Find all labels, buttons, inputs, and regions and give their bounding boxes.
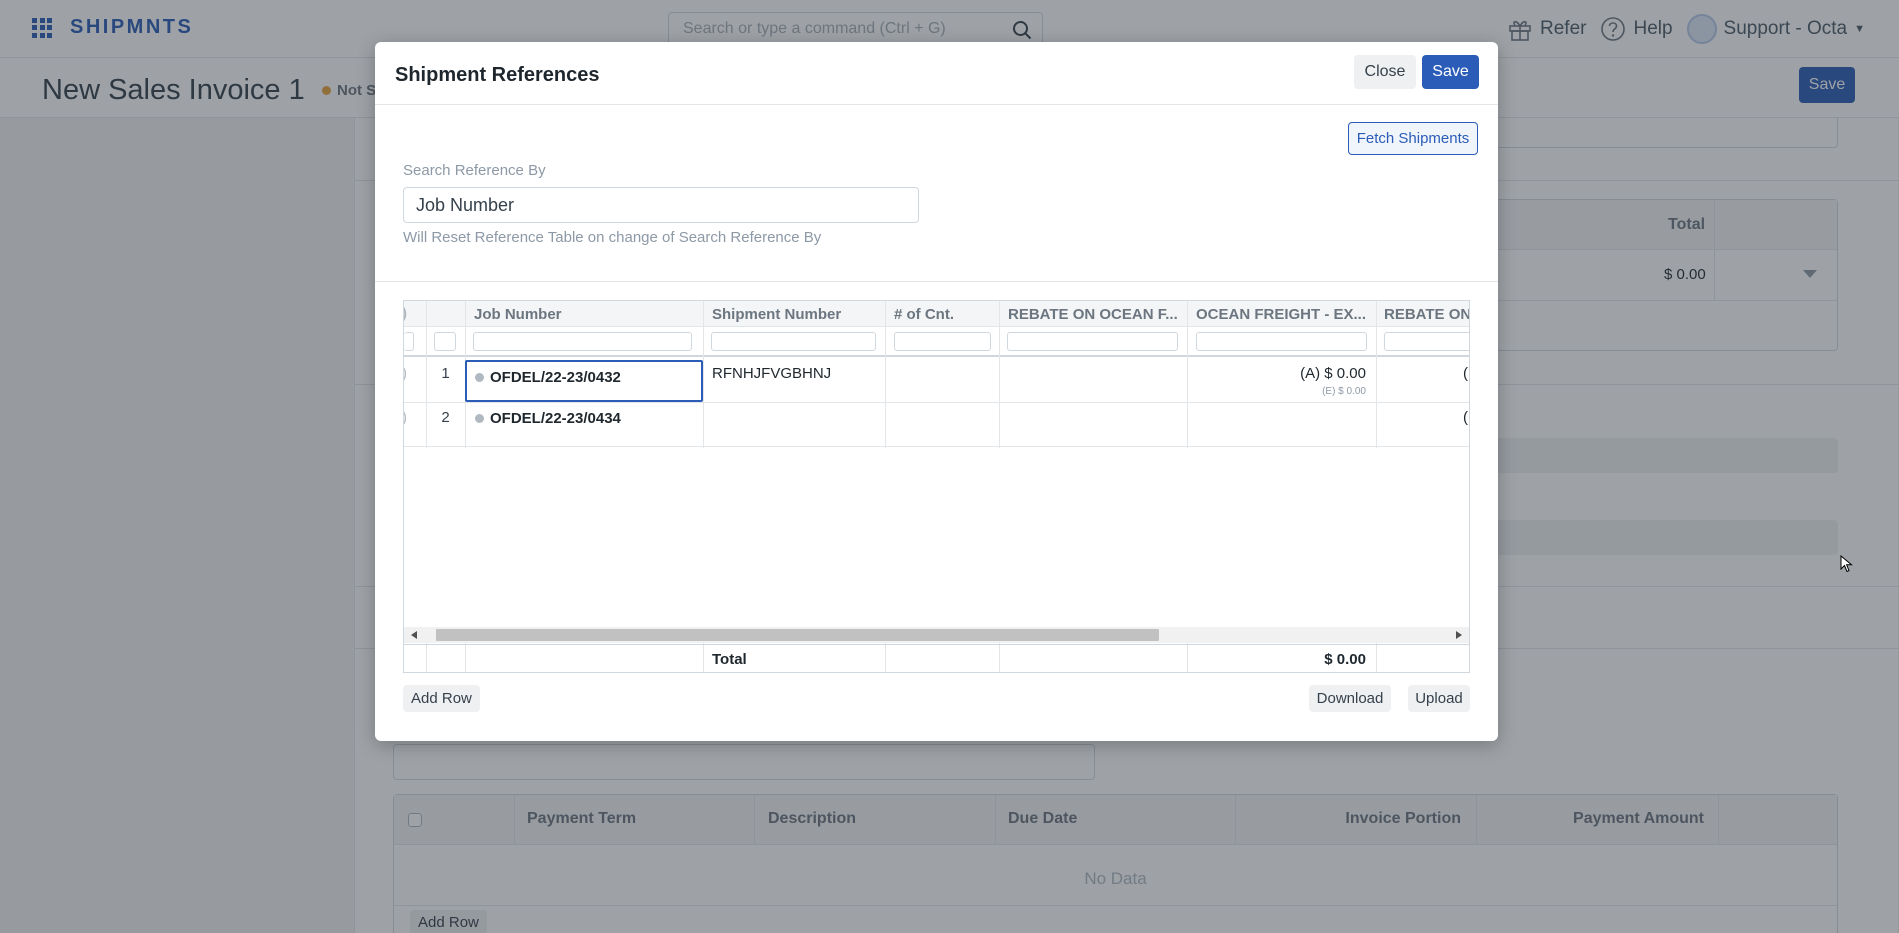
shipment-references-modal: Shipment References Close Save Fetch Shi…	[375, 42, 1498, 741]
rebate-on-header[interactable]: REBATE ON	[1384, 306, 1469, 323]
shipment-number-cell[interactable]: RFNHJFVGBHNJ	[712, 359, 882, 403]
row-check[interactable]: )	[404, 403, 407, 447]
row-check-header: )	[404, 305, 407, 322]
ocean-freight-cell[interactable]: (A) $ 0.00 (E) $ 0.00	[1188, 359, 1376, 403]
filter-rebate-ocean[interactable]	[1007, 332, 1178, 351]
horizontal-scrollbar[interactable]	[404, 627, 1469, 643]
job-number-value: OFDEL/22-23/0432	[490, 369, 621, 386]
filter-check[interactable]	[404, 332, 414, 351]
job-number-cell[interactable]: OFDEL/22-23/0434	[465, 403, 703, 447]
modal-title: Shipment References	[395, 64, 600, 86]
column-divider	[885, 645, 886, 672]
cnt-cell[interactable]	[886, 359, 999, 403]
grid-total-value: $ 0.00	[1324, 651, 1366, 668]
shipment-number-cell[interactable]	[712, 403, 882, 447]
column-divider	[426, 645, 427, 672]
fetch-shipments-button[interactable]: Fetch Shipments	[1348, 122, 1478, 155]
column-divider	[1376, 645, 1377, 672]
filter-rebate-on[interactable]	[1384, 332, 1469, 351]
filter-rownum[interactable]	[434, 332, 456, 351]
row-number: 1	[441, 365, 450, 382]
row-number: 2	[441, 409, 450, 426]
rebate-ocean-cell[interactable]	[1000, 359, 1187, 403]
table-row[interactable]: ) 2 OFDEL/22-23/0434 (	[404, 403, 1469, 447]
modal-header: Shipment References Close Save	[375, 42, 1498, 105]
column-divider	[703, 645, 704, 672]
job-number-value: OFDEL/22-23/0434	[490, 410, 621, 427]
close-button[interactable]: Close	[1354, 55, 1416, 89]
search-reference-help: Will Reset Reference Table on change of …	[403, 229, 822, 246]
grid-filter-row	[404, 327, 1469, 357]
job-number-cell[interactable]: OFDEL/22-23/0432	[465, 360, 703, 402]
filter-shipment-number[interactable]	[711, 332, 876, 351]
filter-job-number[interactable]	[473, 332, 692, 351]
filter-ocean-freight[interactable]	[1196, 332, 1367, 351]
scroll-right-icon[interactable]	[1456, 631, 1462, 639]
filter-cnt[interactable]	[894, 332, 991, 351]
rebate-on-cell[interactable]: (	[1463, 403, 1469, 447]
save-button[interactable]: Save	[1422, 55, 1479, 89]
cnt-cell[interactable]	[886, 403, 999, 447]
ocean-freight-cell[interactable]	[1188, 403, 1376, 447]
references-grid: ) Job Number Shipment Number # of Cnt. R…	[403, 300, 1470, 673]
table-row[interactable]: ) 1 OFDEL/22-23/0432 RFNHJFVGBHNJ (A) $ …	[404, 359, 1469, 403]
search-reference-select[interactable]: Job Number	[403, 187, 919, 223]
row-check[interactable]: )	[404, 359, 407, 403]
grid-header: ) Job Number Shipment Number # of Cnt. R…	[404, 301, 1469, 327]
column-divider	[999, 645, 1000, 672]
status-dot-icon	[475, 414, 484, 423]
mouse-cursor-icon	[1840, 555, 1853, 573]
ocean-freight-header[interactable]: OCEAN FREIGHT - EX...	[1196, 306, 1372, 323]
rebate-ocean-cell[interactable]	[1000, 403, 1187, 447]
rebate-ocean-header[interactable]: REBATE ON OCEAN F...	[1008, 306, 1184, 323]
shipment-number-header[interactable]: Shipment Number	[712, 306, 841, 323]
ocean-freight-estimate: (E) $ 0.00	[1322, 386, 1366, 397]
grid-empty-area	[404, 448, 1469, 627]
divider	[375, 281, 1498, 282]
job-number-header[interactable]: Job Number	[474, 306, 562, 323]
add-row-button[interactable]: Add Row	[403, 685, 480, 712]
search-reference-label: Search Reference By	[403, 162, 546, 179]
upload-button[interactable]: Upload	[1408, 685, 1470, 712]
rebate-on-cell[interactable]: (	[1463, 359, 1469, 403]
grid-footer: Total $ 0.00	[404, 644, 1469, 672]
scroll-left-icon[interactable]	[411, 631, 417, 639]
cnt-header[interactable]: # of Cnt.	[894, 306, 954, 323]
status-dot-icon	[475, 373, 484, 382]
grid-total-label: Total	[712, 651, 747, 668]
scrollbar-thumb[interactable]	[436, 629, 1159, 641]
download-button[interactable]: Download	[1309, 685, 1391, 712]
column-divider	[465, 645, 466, 672]
ocean-freight-actual: (A) $ 0.00	[1300, 365, 1366, 382]
